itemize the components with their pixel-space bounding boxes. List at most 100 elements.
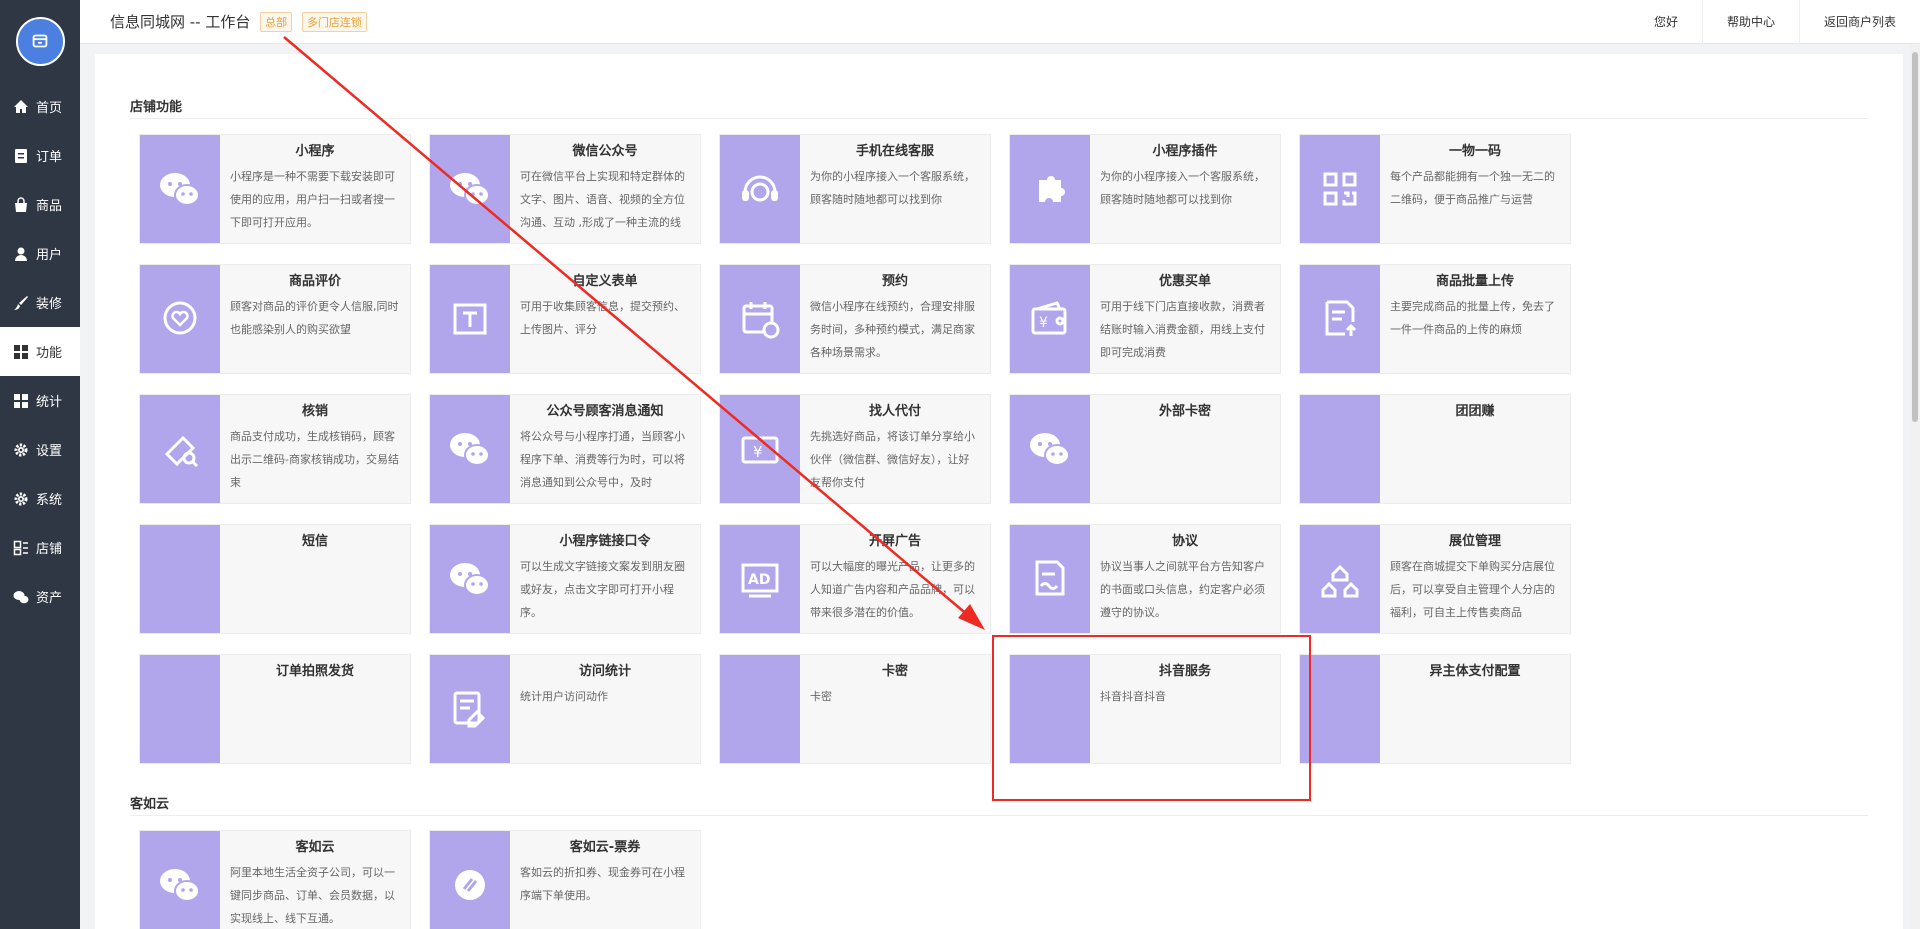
coupon-icon [430,831,510,929]
help-center-link[interactable]: 帮助中心 [1701,0,1799,44]
card-body: 一物一码 每个产品都能拥有一个独一无二的二维码，便于商品推广与运营 [1380,135,1570,243]
card-description [230,555,400,627]
card-title: 微信公众号 [572,144,638,159]
sidebar-item-label: 系统 [36,493,63,508]
function-card[interactable]: 短信 [139,524,411,634]
gear-icon [12,490,30,508]
card-icon-placeholder [1010,655,1090,763]
function-card[interactable]: 商品评价 顾客对商品的评价更令人信服,同时也能感染别人的购买欲望 [139,264,411,374]
card-body: 抖音服务 抖音抖音抖音 [1090,655,1280,763]
card-body: 团团赚 [1380,395,1570,503]
function-card[interactable]: ¥ 优惠买单 可用于线下门店直接收款，消费者结账时输入消费金额，用线上支付即可完成消… [1009,264,1281,374]
vertical-scrollbar[interactable] [1910,44,1920,929]
sidebar-item[interactable]: 用户 [0,229,80,278]
greeting-link[interactable]: 您好 [1630,0,1702,44]
card-description: 商品支付成功，生成核销码，顾客出示二维码-商家核销成功，交易结束 [230,430,399,489]
sidebar-item[interactable]: 资产 [0,572,80,621]
card-title: 预约 [881,274,908,289]
card-title: 商品评价 [288,274,341,289]
card-body: 微信公众号可在微信平台上实现和特定群体的文字、图片、语音、视频的全方位沟通、互动… [510,135,700,243]
sidebar-item-label: 订单 [36,150,63,165]
function-card[interactable]: 核销商品支付成功，生成核销码，顾客出示二维码-商家核销成功，交易结束 [139,394,411,504]
sidebar-item-label: 资产 [36,591,63,606]
function-card[interactable]: AD 开屏广告 可以大幅度的曝光产品，让更多的人知道广告内容和产品品牌，可以带来很多… [719,524,991,634]
card-title: 订单拍照发货 [275,664,354,679]
tag-headquarters: 总部 [260,12,293,33]
sidebar-item-label: 装修 [36,297,63,312]
card-title: 团团赚 [1455,404,1495,419]
back-to-merchant-list-link[interactable]: 返回商户列表 [1798,0,1920,44]
sidebar-item[interactable]: 首页 [0,82,80,131]
card-description [1390,425,1560,497]
card-icon-placeholder [140,525,220,633]
card-title: 客如云 [295,840,335,855]
card-title: 一物一码 [1448,144,1501,159]
sidebar-item[interactable]: 订单 [0,131,80,180]
store-logo-icon[interactable] [15,16,65,66]
upload-doc-icon [1300,265,1380,373]
card-body: 商品评价 顾客对商品的评价更令人信服,同时也能感染别人的购买欲望 [220,265,410,373]
card-description: 小程序是一种不需要下载安装即可使用的应用，用户扫一扫或者搜一下即可打开应用。 [230,170,395,229]
card-description: 将公众号与小程序打通，当顾客小程序下单、消费等行为时，可以将消息通知到公众号中，… [520,430,685,489]
function-card[interactable]: 客如云阿里本地生活全资子公司，可以一键同步商品、订单、会员数据，以实现线上、线下… [139,830,411,929]
function-card[interactable]: 展位管理 顾客在商城提交下单购买分店展位后，可以享受自主管理个人分店的福利，可自主… [1299,524,1571,634]
heart-chat-icon [140,265,220,373]
card-description: 协议当事人之间就平台方告知客户的书面或口头信息，约定客户必须遵守的协议。 [1100,560,1265,619]
sidebar-item[interactable]: 系统 [0,474,80,523]
card-title: 短信 [301,534,328,549]
function-card[interactable]: 团团赚 [1299,394,1571,504]
card-body: 客如云-票券 客如云的折扣券、现金券可在小程序端下单使用。 [510,831,700,929]
card-description: 可在微信平台上实现和特定群体的文字、图片、语音、视频的全方位沟通、互动 ,形成了… [520,170,685,229]
function-card[interactable]: 微信公众号可在微信平台上实现和特定群体的文字、图片、语音、视频的全方位沟通、互动… [429,134,701,244]
card-title: 核销 [301,404,328,419]
scrollbar-thumb[interactable] [1912,52,1918,422]
card-body: 小程序插件 为你的小程序接入一个客服系统，顾客随时随地都可以找到你 [1090,135,1280,243]
card-body: 小程序 小程序是一种不需要下载安装即可使用的应用，用户扫一扫或者搜一下即可打开应用… [220,135,410,243]
function-card[interactable]: 协议 协议当事人之间就平台方告知客户的书面或口头信息，约定客户必须遵守的协议。 [1009,524,1281,634]
function-card[interactable]: 卡密 卡密 [719,654,991,764]
card-description: 抖音抖音抖音 [1100,690,1166,703]
sidebar-item[interactable]: 设置 [0,425,80,474]
card-description: 阿里本地生活全资子公司，可以一键同步商品、订单、会员数据，以实现线上、线下互通。 [230,866,395,925]
function-card[interactable]: 小程序链接口令 可以生成文字链接文案发到朋友圈或好友，点击文字即可打开小程序。 [429,524,701,634]
card-title: 优惠买单 [1158,274,1211,289]
sidebar-item[interactable]: 装修 [0,278,80,327]
function-card[interactable]: 自定义表单 可用于收集顾客信息，提交预约、上传图片、评分 [429,264,701,374]
function-card[interactable]: 抖音服务 抖音抖音抖音 [1009,654,1281,764]
function-card[interactable]: 小程序 小程序是一种不需要下载安装即可使用的应用，用户扫一扫或者搜一下即可打开应用… [139,134,411,244]
card-body: 访问统计 统计用户访问动作 [510,655,700,763]
function-card[interactable]: 小程序插件 为你的小程序接入一个客服系统，顾客随时随地都可以找到你 [1009,134,1281,244]
function-card[interactable]: 客如云-票券 客如云的折扣券、现金券可在小程序端下单使用。 [429,830,701,929]
function-card[interactable]: 公众号顾客消息通知 将公众号与小程序打通，当顾客小程序下单、消费等行为时，可以将消… [429,394,701,504]
sign-doc-icon [1010,525,1090,633]
card-title: 展位管理 [1448,534,1501,549]
sidebar-item[interactable]: 功能 [0,327,80,376]
function-card[interactable]: 手机在线客服 为你的小程序接入一个客服系统，顾客随时随地都可以找到你 [719,134,991,244]
sidebar: 首页订单商品 用户装修功能 统计设置系统店铺资产 [0,0,80,929]
card-body: 协议 协议当事人之间就平台方告知客户的书面或口头信息，约定客户必须遵守的协议。 [1090,525,1280,633]
function-card[interactable]: 异主体支付配置 [1299,654,1571,764]
function-card[interactable]: 访问统计 统计用户访问动作 [429,654,701,764]
sidebar-item[interactable]: 店铺 [0,523,80,572]
function-card[interactable]: ¥ 找人代付 先挑选好商品，将该订单分享给小伙伴（微信群、微信好友），让好友帮你支付 [719,394,991,504]
card-description: 微信小程序在线预约，合理安排服务时间，多种预约模式，满足商家各种场景需求。 [810,300,975,359]
svg-text:¥: ¥ [753,443,763,461]
function-card[interactable]: 预约微信小程序在线预约，合理安排服务时间，多种预约模式，满足商家各种场景需求。 [719,264,991,374]
sidebar-item-label: 设置 [36,444,63,459]
sidebar-item[interactable]: 商品 [0,180,80,229]
function-card[interactable]: 商品批量上传 主要完成商品的批量上传，免去了一件一件商品的上传的麻烦 [1299,264,1571,374]
gear-icon [12,441,30,459]
ticket-check-icon [140,395,220,503]
qrcode-icon [1300,135,1380,243]
card-icon-placeholder [1300,395,1380,503]
order-icon [12,147,30,165]
card-body: 公众号顾客消息通知 将公众号与小程序打通，当顾客小程序下单、消费等行为时，可以将消… [510,395,700,503]
section-title-store-functions: 店铺功能 [130,100,183,115]
card-body: 卡密 卡密 [800,655,990,763]
sidebar-item[interactable]: 统计 [0,376,80,425]
function-card[interactable]: 一物一码 每个产品都能拥有一个独一无二的二维码，便于商品推广与运营 [1299,134,1571,244]
logo-wrap [0,0,80,82]
function-card[interactable]: 订单拍照发货 [139,654,411,764]
card-title: 开屏广告 [868,534,921,549]
function-card[interactable]: 外部卡密 [1009,394,1281,504]
